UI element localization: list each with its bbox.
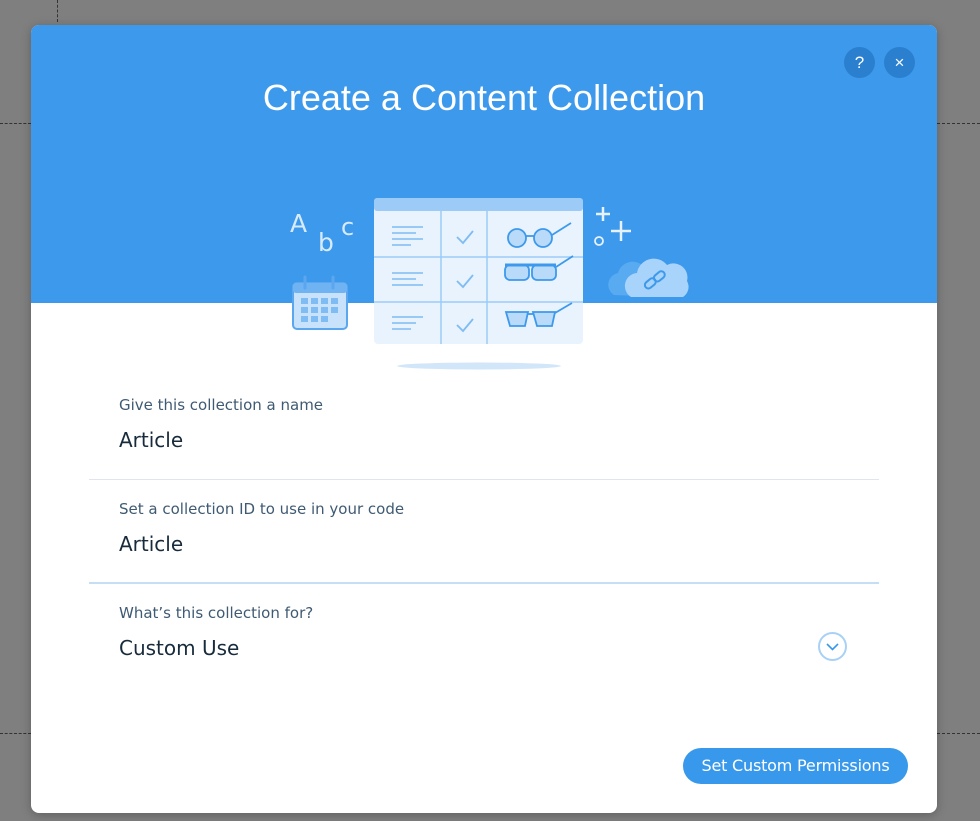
canvas-guide-horizontal [937, 733, 980, 734]
chevron-down-icon [826, 643, 839, 651]
canvas-guide-horizontal [0, 733, 31, 734]
collection-purpose-label: What’s this collection for? [119, 604, 314, 622]
collection-illustration: A b c [290, 198, 689, 370]
collection-name-field[interactable]: Give this collection a name Article [119, 396, 323, 452]
canvas-guide-vertical [57, 0, 58, 22]
canvas-guide-horizontal [0, 123, 31, 124]
table-icon [374, 198, 583, 370]
collection-id-input[interactable]: Article [119, 532, 404, 556]
purpose-dropdown-button[interactable] [818, 632, 847, 661]
letter-c: c [341, 213, 354, 241]
create-collection-dialog: Create a Content Collection ? × A b c Gi… [31, 25, 937, 813]
collection-purpose-field[interactable]: What’s this collection for? Custom Use [119, 604, 313, 660]
letter-b: b [318, 228, 334, 257]
cloud-link-icon [608, 258, 689, 298]
collection-name-input[interactable]: Article [119, 428, 323, 452]
field-divider [89, 479, 879, 480]
letter-a: A [290, 209, 307, 238]
canvas-guide-horizontal [937, 123, 980, 124]
plus-icon [594, 207, 631, 246]
collection-id-label: Set a collection ID to use in your code [119, 500, 405, 518]
set-custom-permissions-button[interactable]: Set Custom Permissions [683, 748, 908, 784]
abc-letters-icon: A b c [290, 209, 354, 257]
collection-name-label: Give this collection a name [119, 396, 324, 414]
collection-purpose-select[interactable]: Custom Use [119, 636, 313, 660]
calendar-icon [292, 275, 348, 330]
field-divider-active [89, 582, 879, 584]
collection-id-field[interactable]: Set a collection ID to use in your code … [119, 500, 404, 556]
